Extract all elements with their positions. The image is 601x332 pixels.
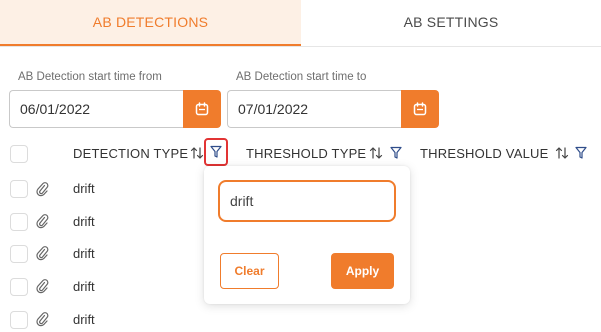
paperclip-icon[interactable] <box>35 245 49 261</box>
paperclip-icon[interactable] <box>35 213 49 229</box>
detection-type-cell: drift <box>73 246 95 261</box>
row-checkbox[interactable] <box>10 311 28 329</box>
select-all-checkbox[interactable] <box>10 145 28 163</box>
detection-type-cell: drift <box>73 214 95 229</box>
start-date-input[interactable]: 06/01/2022 <box>9 90 183 128</box>
sort-icon[interactable] <box>369 145 383 161</box>
tab-ab-settings[interactable]: AB SETTINGS <box>301 0 601 46</box>
row-checkbox[interactable] <box>10 180 28 198</box>
calendar-icon <box>195 102 209 116</box>
tab-bar: AB DETECTIONS AB SETTINGS <box>0 0 601 47</box>
sort-icon-glyph <box>369 147 383 159</box>
detection-type-cell: drift <box>73 181 95 196</box>
filter-value-input[interactable]: drift <box>218 180 396 222</box>
row-checkbox[interactable] <box>10 213 28 231</box>
apply-button[interactable]: Apply <box>331 253 394 289</box>
paperclip-icon[interactable] <box>35 181 49 197</box>
sort-icon[interactable] <box>190 145 204 161</box>
row-checkbox[interactable] <box>10 245 28 263</box>
start-date-label: AB Detection start time from <box>18 71 162 83</box>
end-date-label: AB Detection start time to <box>236 71 367 83</box>
start-date-calendar-button[interactable] <box>183 90 221 128</box>
column-header-threshold-type[interactable]: THRESHOLD TYPE <box>246 146 366 161</box>
filter-icon <box>575 146 587 159</box>
tab-ab-detections[interactable]: AB DETECTIONS <box>0 0 301 46</box>
row-checkbox[interactable] <box>10 278 28 296</box>
detection-type-filter-button[interactable] <box>204 138 228 166</box>
paperclip-icon[interactable] <box>35 278 49 294</box>
column-header-threshold-value[interactable]: THRESHOLD VALUE <box>420 146 548 161</box>
calendar-icon <box>413 102 427 116</box>
filter-popover: drift Clear Apply <box>204 166 410 304</box>
paperclip-icon[interactable] <box>35 311 49 327</box>
sort-icon-glyph <box>190 147 204 159</box>
end-date-input[interactable]: 07/01/2022 <box>227 90 401 128</box>
sort-icon[interactable] <box>555 145 569 161</box>
detection-type-cell: drift <box>73 312 95 327</box>
sort-icon-glyph <box>555 147 569 159</box>
threshold-type-filter-button[interactable] <box>389 145 403 161</box>
detection-type-cell: drift <box>73 279 95 294</box>
clear-button[interactable]: Clear <box>220 253 279 289</box>
threshold-value-filter-button[interactable] <box>574 145 588 161</box>
column-header-detection-type[interactable]: DETECTION TYPE <box>73 146 188 161</box>
filter-icon <box>390 146 402 159</box>
filter-icon <box>210 145 222 158</box>
end-date-calendar-button[interactable] <box>401 90 439 128</box>
